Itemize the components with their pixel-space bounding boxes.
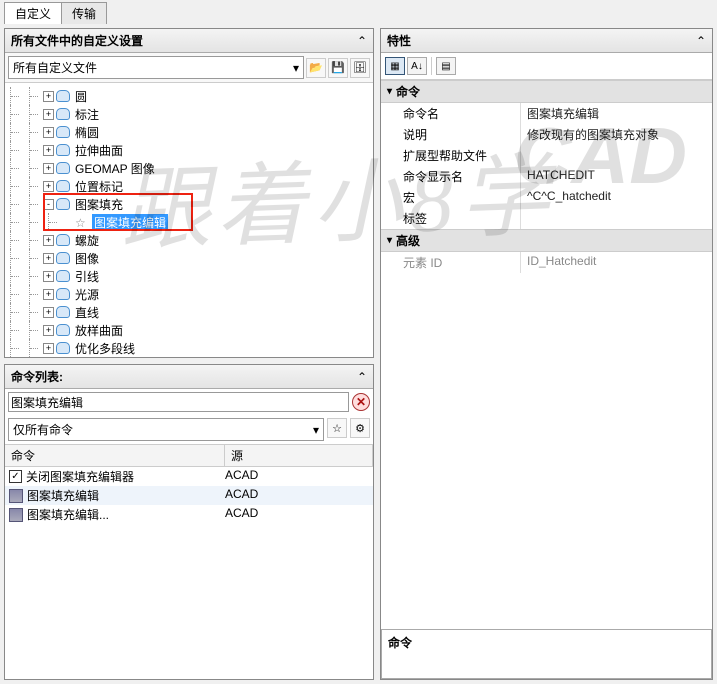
tree-twisty[interactable] xyxy=(43,325,54,336)
group-advanced[interactable]: 高级 xyxy=(381,229,712,252)
tree-node-label: 光源 xyxy=(73,286,101,303)
mouse-icon xyxy=(56,324,70,336)
mouse-icon xyxy=(56,108,70,120)
tree-twisty[interactable] xyxy=(43,235,54,246)
col-command[interactable]: 命令 xyxy=(5,445,225,466)
command-source: ACAD xyxy=(225,487,373,504)
tree-node[interactable]: 引线 xyxy=(5,267,373,285)
command-list[interactable]: ✓ 关闭图案填充编辑器 ACAD 图案填充编辑 ACAD 图案填充编辑... ACAD xyxy=(5,467,373,679)
customization-panel: 所有文件中的自定义设置 ⌃ 所有自定义文件 ▾ 📂 💾 🗄 圆标注椭圆拉伸曲面G… xyxy=(4,28,374,358)
tree-node[interactable]: 圆 xyxy=(5,87,373,105)
prop-page-icon[interactable]: ▤ xyxy=(436,57,456,75)
tree-node-label: 图像 xyxy=(73,250,101,267)
command-icon xyxy=(9,489,23,503)
custom-tree[interactable]: 圆标注椭圆拉伸曲面GEOMAP 图像位置标记图案填充图案填充编辑螺旋图像引线光源… xyxy=(5,83,373,357)
highlight-box xyxy=(43,193,193,231)
tree-node-label: 位置标记 xyxy=(73,178,125,195)
command-name: 图案填充编辑 xyxy=(27,487,99,504)
open-icon[interactable]: 📂 xyxy=(306,58,326,78)
save-icon[interactable]: 💾 xyxy=(328,58,348,78)
checkbox-icon[interactable]: ✓ xyxy=(9,470,22,483)
tab-transfer[interactable]: 传输 xyxy=(61,2,107,24)
command-list-panel: 命令列表: ⌃ ✕ 仅所有命令 ▾ ☆ ⚙ 命令 源 ✓ 关闭图案填充编辑器 ACA… xyxy=(4,364,374,680)
tree-node[interactable]: 标注 xyxy=(5,105,373,123)
tree-node[interactable]: 拉伸曲面 xyxy=(5,141,373,159)
tree-node[interactable]: 图像 xyxy=(5,249,373,267)
alpha-sort-icon[interactable]: A↓ xyxy=(407,57,427,75)
properties-panel: 特性 ⌃ ▦ A↓ ▤ 命令 命令名图案填充编辑 说明修改现有的图案填充对象 扩… xyxy=(380,28,713,680)
col-source[interactable]: 源 xyxy=(225,445,373,466)
tree-twisty[interactable] xyxy=(43,343,54,354)
group-command[interactable]: 命令 xyxy=(381,80,712,103)
collapse-icon[interactable]: ⌃ xyxy=(357,34,367,48)
tree-twisty[interactable] xyxy=(43,289,54,300)
custom-file-combo[interactable]: 所有自定义文件 ▾ xyxy=(8,56,304,79)
mouse-icon xyxy=(56,144,70,156)
favorite-icon[interactable]: ☆ xyxy=(327,418,347,438)
collapse-icon[interactable]: ⌃ xyxy=(696,34,706,48)
tree-node[interactable]: 螺旋 xyxy=(5,231,373,249)
mouse-icon xyxy=(56,162,70,174)
chevron-down-icon: ▾ xyxy=(293,61,299,75)
mouse-icon xyxy=(56,342,70,354)
tree-twisty[interactable] xyxy=(43,163,54,174)
saveall-icon[interactable]: 🗄 xyxy=(350,58,370,78)
mouse-icon xyxy=(56,306,70,318)
command-list-row[interactable]: 图案填充编辑 ACAD xyxy=(5,486,373,505)
mouse-icon xyxy=(56,180,70,192)
tree-node-label: 优化多段线 xyxy=(73,340,137,357)
mouse-icon xyxy=(56,252,70,264)
mouse-icon xyxy=(56,270,70,282)
tree-node[interactable]: 直线 xyxy=(5,303,373,321)
command-search-input[interactable] xyxy=(8,392,349,412)
tree-node-label: 椭圆 xyxy=(73,124,101,141)
props-title: 特性 xyxy=(387,32,411,49)
command-name: 关闭图案填充编辑器 xyxy=(26,468,134,485)
tree-node-label: 放样曲面 xyxy=(73,322,125,339)
tree-node[interactable]: 放样曲面 xyxy=(5,321,373,339)
tree-node-label: GEOMAP 图像 xyxy=(73,160,157,177)
tree-twisty[interactable] xyxy=(43,109,54,120)
command-name: 图案填充编辑... xyxy=(27,506,109,523)
tab-custom[interactable]: 自定义 xyxy=(4,2,62,24)
mouse-icon xyxy=(56,126,70,138)
tree-node-label: 螺旋 xyxy=(73,232,101,249)
props-description-footer: 命令 xyxy=(381,629,712,679)
mouse-icon xyxy=(56,288,70,300)
tree-twisty[interactable] xyxy=(43,91,54,102)
categorized-view-icon[interactable]: ▦ xyxy=(385,57,405,75)
collapse-icon[interactable]: ⌃ xyxy=(357,370,367,384)
tree-twisty[interactable] xyxy=(43,253,54,264)
tree-twisty[interactable] xyxy=(43,145,54,156)
tree-node[interactable]: 优化多段线 xyxy=(5,339,373,357)
clear-search-icon[interactable]: ✕ xyxy=(352,393,370,411)
tree-node-label: 圆 xyxy=(73,88,89,105)
tree-twisty[interactable] xyxy=(43,271,54,282)
tree-twisty[interactable] xyxy=(43,181,54,192)
chevron-down-icon: ▾ xyxy=(313,423,319,437)
tree-node-label: 直线 xyxy=(73,304,101,321)
tree-node[interactable]: 椭圆 xyxy=(5,123,373,141)
command-icon xyxy=(9,508,23,522)
filter-combo[interactable]: 仅所有命令 ▾ xyxy=(8,418,324,441)
tree-node-label: 拉伸曲面 xyxy=(73,142,125,159)
command-source: ACAD xyxy=(225,506,373,523)
tree-node-label: 引线 xyxy=(73,268,101,285)
mouse-icon xyxy=(56,234,70,246)
command-list-row[interactable]: 图案填充编辑... ACAD xyxy=(5,505,373,524)
custom-panel-title: 所有文件中的自定义设置 xyxy=(11,32,143,49)
tree-node-label: 标注 xyxy=(73,106,101,123)
mouse-icon xyxy=(56,90,70,102)
tree-twisty[interactable] xyxy=(43,127,54,138)
tree-twisty[interactable] xyxy=(43,307,54,318)
tree-node[interactable]: GEOMAP 图像 xyxy=(5,159,373,177)
cmdlist-title: 命令列表: xyxy=(11,368,63,385)
property-grid[interactable]: 命令 命令名图案填充编辑 说明修改现有的图案填充对象 扩展型帮助文件 命令显示名… xyxy=(381,80,712,629)
filter-settings-icon[interactable]: ⚙ xyxy=(350,418,370,438)
command-list-row[interactable]: ✓ 关闭图案填充编辑器 ACAD xyxy=(5,467,373,486)
tree-node[interactable]: 光源 xyxy=(5,285,373,303)
command-source: ACAD xyxy=(225,468,373,485)
